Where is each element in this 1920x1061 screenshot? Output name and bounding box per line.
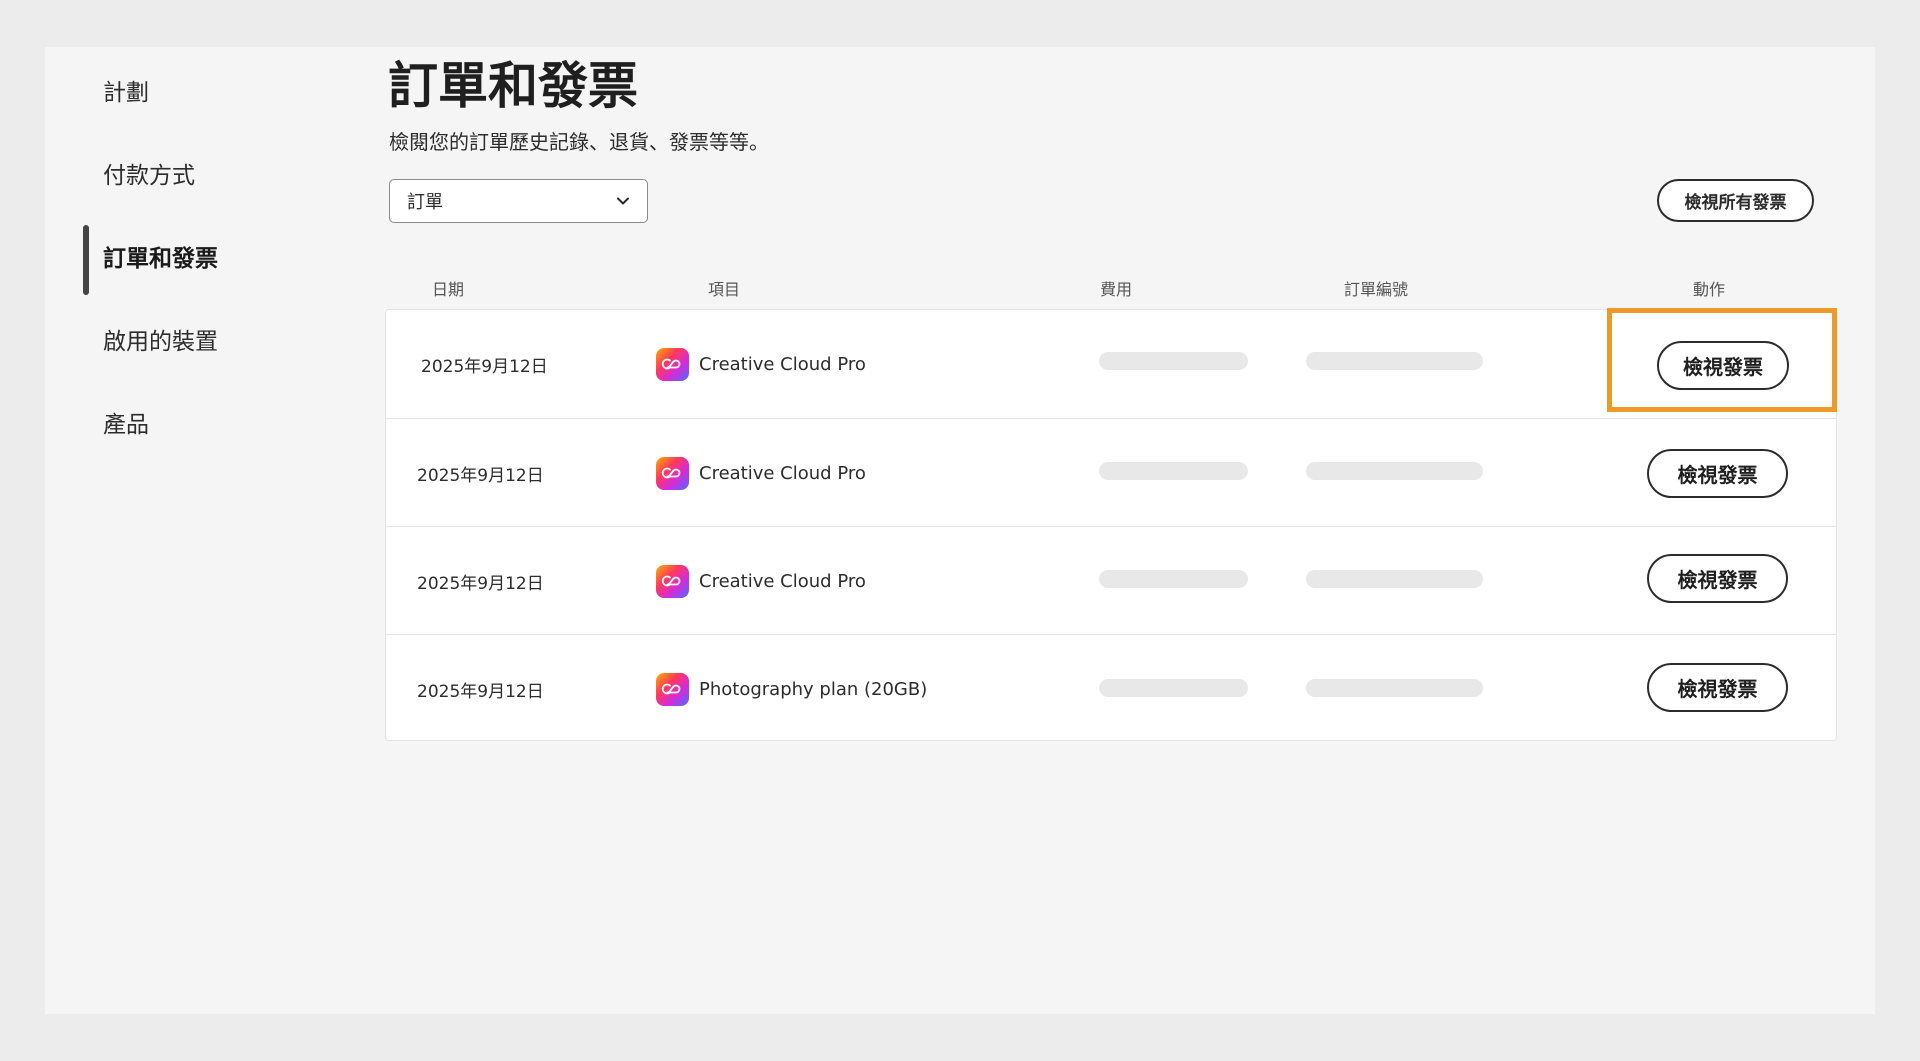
creative-cloud-icon (656, 347, 689, 381)
view-invoice-button[interactable]: 檢視發票 (1647, 449, 1788, 498)
sidebar-item-plans[interactable]: 計劃 (103, 73, 149, 113)
table-row: 2025年9月12日 Creative Cloud Pro 檢視發票 (386, 310, 1836, 418)
order-number-loading-placeholder (1306, 570, 1483, 588)
order-number-loading-placeholder (1306, 679, 1483, 697)
chevron-down-icon (617, 197, 629, 205)
table-row: 2025年9月12日 Creative Cloud Pro 檢視發票 (386, 526, 1836, 634)
column-header-action: 動作 (1693, 280, 1726, 299)
order-number-loading-placeholder (1306, 352, 1483, 370)
orders-table: 2025年9月12日 Creative Cloud Pro 檢視發票 2025年… (385, 309, 1837, 741)
row-date: 2025年9月12日 (417, 465, 544, 486)
row-date: 2025年9月12日 (417, 573, 544, 594)
column-header-item: 項目 (708, 280, 741, 299)
column-header-order-number: 訂單編號 (1344, 280, 1409, 299)
row-item: Creative Cloud Pro (656, 419, 866, 527)
row-item: Creative Cloud Pro (656, 310, 866, 418)
row-item: Creative Cloud Pro (656, 527, 866, 635)
cost-loading-placeholder (1099, 679, 1248, 697)
cost-loading-placeholder (1099, 352, 1248, 370)
creative-cloud-icon (656, 456, 689, 490)
row-item-name: Creative Cloud Pro (699, 353, 866, 375)
row-item-name: Creative Cloud Pro (699, 570, 866, 592)
cost-loading-placeholder (1099, 462, 1248, 480)
active-nav-indicator (83, 225, 89, 295)
view-invoice-button[interactable]: 檢視發票 (1647, 554, 1788, 603)
cost-loading-placeholder (1099, 570, 1248, 588)
row-date: 2025年9月12日 (421, 356, 548, 377)
creative-cloud-icon (656, 564, 689, 598)
row-item: Photography plan (20GB) (656, 635, 927, 743)
column-header-cost: 費用 (1100, 280, 1133, 299)
order-type-dropdown[interactable]: 訂單 (389, 179, 648, 223)
table-row: 2025年9月12日 Photography plan (20GB) 檢視發票 (386, 634, 1836, 742)
dropdown-selected-value: 訂單 (407, 192, 443, 213)
view-invoice-button[interactable]: 檢視發票 (1657, 341, 1789, 390)
row-item-name: Photography plan (20GB) (699, 678, 928, 700)
view-invoice-button[interactable]: 檢視發票 (1647, 663, 1788, 712)
column-header-date: 日期 (432, 280, 465, 299)
table-row: 2025年9月12日 Creative Cloud Pro 檢視發票 (386, 418, 1836, 526)
creative-cloud-icon (656, 672, 689, 706)
row-item-name: Creative Cloud Pro (699, 462, 866, 484)
page-subtitle: 檢閱您的訂單歷史記錄、退貨、發票等等。 (389, 130, 769, 154)
page-title: 訂單和發票 (388, 57, 638, 115)
app-frame: 計劃 付款方式 訂單和發票 啟用的裝置 產品 訂單和發票 檢閱您的訂單歷史記錄、… (45, 47, 1875, 1014)
order-number-loading-placeholder (1306, 462, 1483, 480)
sidebar: 計劃 付款方式 訂單和發票 啟用的裝置 產品 (45, 47, 375, 1014)
sidebar-item-orders-invoices[interactable]: 訂單和發票 (103, 239, 218, 279)
sidebar-item-payment-methods[interactable]: 付款方式 (103, 156, 195, 196)
sidebar-item-products[interactable]: 產品 (103, 405, 149, 445)
row-date: 2025年9月12日 (417, 681, 544, 702)
sidebar-item-active-devices[interactable]: 啟用的裝置 (103, 322, 218, 362)
view-all-invoices-button[interactable]: 檢視所有發票 (1657, 179, 1814, 222)
